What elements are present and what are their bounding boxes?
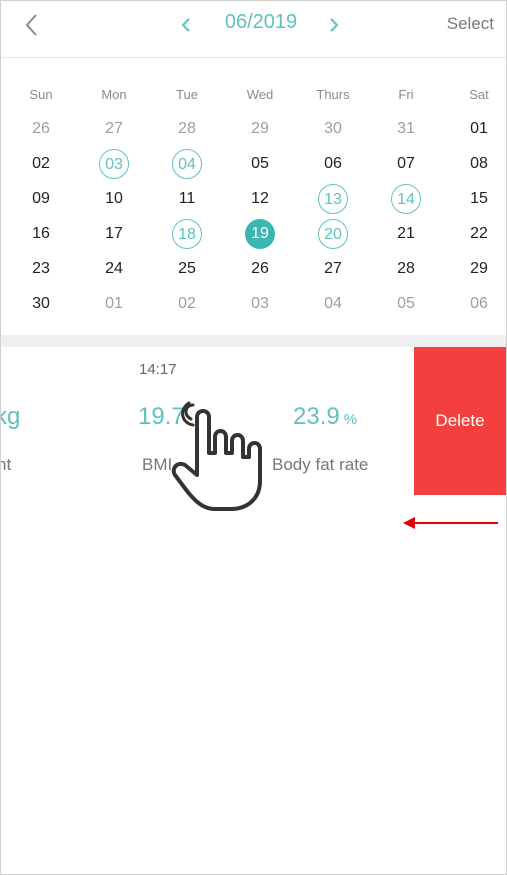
calendar-day[interactable]: 17 [99,219,129,249]
calendar-day[interactable]: 11 [172,184,202,214]
calendar-day[interactable]: 02 [26,149,56,179]
calendar-day[interactable]: 06 [318,149,348,179]
pointing-hand-icon [171,401,262,511]
calendar-day[interactable]: 18 [172,219,202,249]
calendar-day[interactable]: 20 [318,219,348,249]
weekday-label: Sun [29,87,53,102]
chevron-left-icon[interactable] [175,13,197,37]
weekday-label: Tue [176,87,198,102]
calendar-day[interactable]: 22 [464,219,494,249]
back-chevron-icon[interactable] [19,11,47,39]
calendar-day[interactable]: 16 [26,219,56,249]
weight-unit: kg [1,403,21,430]
calendar-day-selected[interactable]: 19 [245,219,275,249]
calendar-day[interactable]: 21 [391,219,421,249]
delete-button[interactable]: Delete [414,347,506,495]
calendar-day[interactable]: 26 [26,114,56,144]
calendar-day[interactable]: 14 [391,184,421,214]
calendar-day[interactable]: 28 [391,254,421,284]
calendar-day[interactable]: 30 [318,114,348,144]
calendar-day[interactable]: 03 [245,289,275,319]
calendar-day[interactable]: 05 [245,149,275,179]
calendar-day[interactable]: 30 [26,289,56,319]
header-bar: 06/2019 Select [1,1,506,58]
bmi-label: BMI [142,455,173,474]
calendar-day[interactable]: 08 [464,149,494,179]
select-button[interactable]: Select [447,14,494,34]
calendar-grid: 26 27 28 29 30 31 01 02 03 04 05 06 07 08 09 10 11 12 13 14… [1,111,506,321]
weekday-label: Fri [398,87,414,102]
weekday-label: Wed [246,87,274,102]
weekday-header: Sun Mon Tue Wed Thurs Fri Sat [1,87,506,107]
calendar-day[interactable]: 01 [99,289,129,319]
app-screen: 06/2019 Select Sun Mon Tue Wed Thurs Fri Sat 2… [0,0,507,875]
body-fat-value-group: 23.9% [293,403,357,431]
calendar-day[interactable]: 27 [318,254,348,284]
calendar-day[interactable]: 25 [172,254,202,284]
section-divider [1,335,506,347]
calendar-day[interactable]: 09 [26,184,56,214]
calendar-day[interactable]: 10 [99,184,129,214]
calendar-day[interactable]: 23 [26,254,56,284]
calendar-day[interactable]: 29 [245,114,275,144]
calendar-day[interactable]: 31 [391,114,421,144]
calendar-day[interactable]: 12 [245,184,275,214]
body-fat-label: Body fat rate [272,455,369,474]
calendar-day[interactable]: 04 [172,149,202,179]
calendar-day[interactable]: 04 [318,289,348,319]
body-fat-unit: % [343,411,358,428]
calendar-day[interactable]: 06 [464,289,494,319]
swipe-left-arrow-icon [403,517,498,529]
calendar-day[interactable]: 03 [99,149,129,179]
weekday-label: Sat [469,87,489,102]
calendar-day[interactable]: 13 [318,184,348,214]
calendar-day[interactable]: 28 [172,114,202,144]
weight-label: ht [1,455,12,474]
calendar-day[interactable]: 07 [391,149,421,179]
calendar-day[interactable]: 29 [464,254,494,284]
record-time: 14:17 [139,361,177,378]
calendar-day[interactable]: 02 [172,289,202,319]
calendar-day[interactable]: 01 [464,114,494,144]
body-fat-value: 23.9 [293,403,340,430]
calendar-day[interactable]: 15 [464,184,494,214]
calendar-day[interactable]: 05 [391,289,421,319]
calendar-day[interactable]: 26 [245,254,275,284]
weekday-label: Thurs [316,87,350,102]
calendar-day[interactable]: 27 [99,114,129,144]
weekday-label: Mon [101,87,127,102]
chevron-right-icon[interactable] [323,13,345,37]
calendar-day[interactable]: 24 [99,254,129,284]
month-title: 06/2019 [224,11,298,33]
